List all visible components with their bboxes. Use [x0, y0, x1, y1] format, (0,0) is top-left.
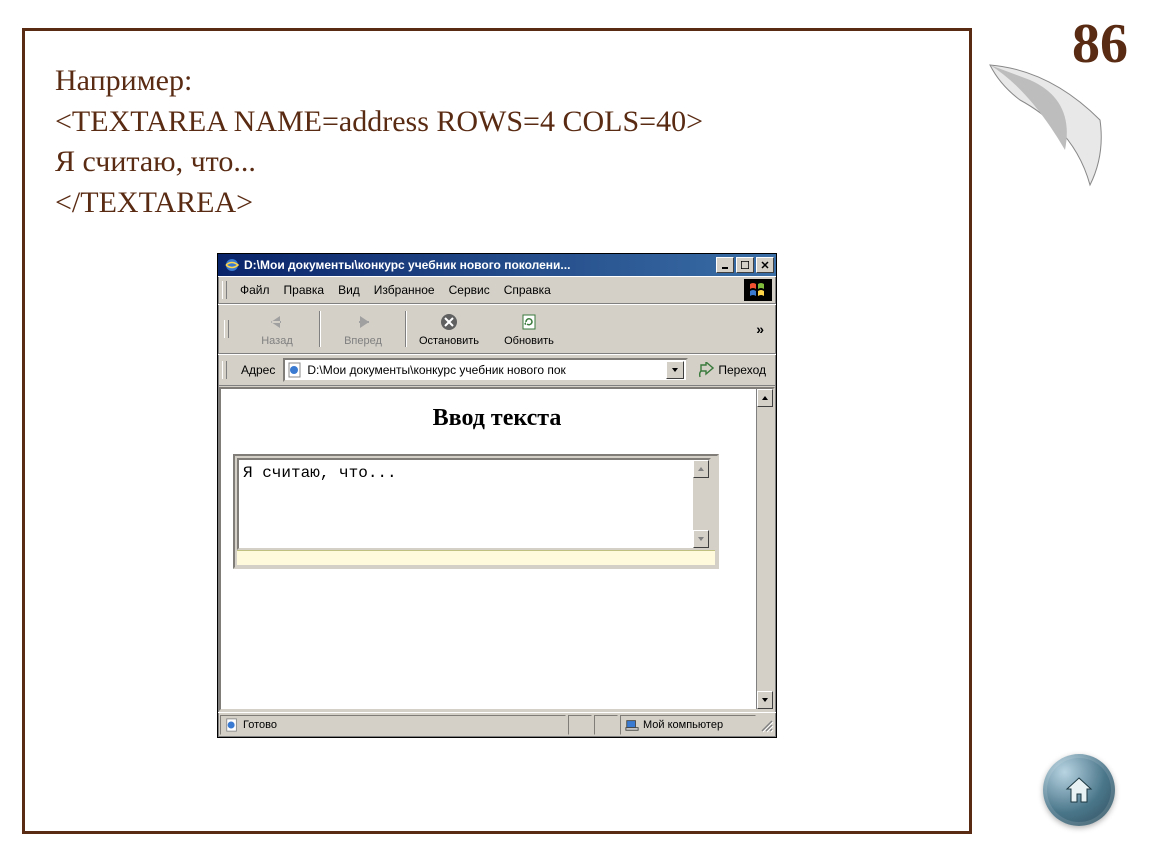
toolbar-grip[interactable] [222, 361, 227, 379]
browser-content: Ввод текста Я считаю, что... [219, 387, 775, 711]
go-icon [698, 362, 714, 378]
address-combo[interactable]: D:\Мои документы\конкурс учебник нового … [283, 358, 688, 382]
toolbar-overflow-button[interactable]: » [750, 321, 770, 337]
toolbar-grip[interactable] [224, 320, 229, 338]
windows-flag-icon [744, 279, 772, 301]
minimize-icon [721, 261, 729, 269]
address-dropdown-button[interactable] [666, 361, 684, 379]
menu-favorites[interactable]: Избранное [367, 281, 442, 299]
status-pane-empty [568, 715, 592, 735]
code-line-4: </TEXTAREA> [55, 183, 939, 224]
computer-icon [625, 718, 639, 732]
textarea-bottom-strip [237, 550, 715, 565]
status-ready: Готово [220, 715, 566, 735]
stop-icon [438, 311, 460, 333]
refresh-button[interactable]: Обновить [491, 309, 567, 349]
close-button[interactable] [756, 257, 774, 273]
ie-icon [224, 257, 240, 273]
maximize-button[interactable] [736, 257, 754, 273]
code-example: Например: <TEXTAREA NAME=address ROWS=4 … [55, 61, 939, 223]
back-button[interactable]: Назад [239, 309, 315, 349]
content-scrollbar[interactable] [756, 389, 773, 709]
chevron-down-icon [671, 366, 679, 374]
browser-menubar: Файл Правка Вид Избранное Сервис Справка [218, 276, 776, 304]
menu-help[interactable]: Справка [497, 281, 558, 299]
page-curl-decoration [980, 60, 1120, 190]
stop-button[interactable]: Остановить [411, 309, 487, 349]
status-zone: Мой компьютер [620, 715, 756, 735]
menu-file[interactable]: Файл [233, 281, 277, 299]
menu-tools[interactable]: Сервис [442, 281, 497, 299]
scroll-up-button[interactable] [757, 389, 773, 407]
home-button[interactable] [1043, 754, 1115, 826]
scroll-down-button[interactable] [757, 691, 773, 709]
maximize-icon [741, 261, 749, 269]
arrow-right-icon [352, 311, 374, 333]
code-line-1: Например: [55, 61, 939, 102]
scroll-down-button[interactable] [693, 530, 709, 548]
browser-titlebar[interactable]: D:\Мои документы\конкурс учебник нового … [218, 254, 776, 276]
chevron-down-icon [697, 535, 705, 543]
textarea-text: Я считаю, что... [239, 460, 693, 548]
forward-button[interactable]: Вперед [325, 309, 401, 349]
arrow-left-icon [266, 311, 288, 333]
textarea-scrollbar[interactable] [693, 460, 709, 548]
page-icon [287, 362, 303, 378]
resize-grip-icon [758, 717, 774, 733]
home-icon [1061, 772, 1097, 808]
chevron-up-icon [761, 394, 769, 402]
address-label: Адрес [237, 363, 279, 377]
menu-edit[interactable]: Правка [277, 281, 332, 299]
refresh-icon [518, 311, 540, 333]
slide-frame: Например: <TEXTAREA NAME=address ROWS=4 … [22, 28, 972, 834]
browser-window: D:\Мои документы\конкурс учебник нового … [217, 253, 777, 738]
code-line-2: <TEXTAREA NAME=address ROWS=4 COLS=40> [55, 102, 939, 143]
code-line-3: Я считаю, что... [55, 142, 939, 183]
textarea-field[interactable]: Я считаю, что... [237, 458, 711, 550]
menu-view[interactable]: Вид [331, 281, 367, 299]
page-heading: Ввод текста [233, 405, 761, 432]
toolbar-grip[interactable] [222, 281, 227, 299]
browser-toolbar: Назад Вперед Остановить [218, 304, 776, 354]
resize-grip[interactable] [758, 717, 774, 733]
browser-statusbar: Готово Мой компьютер [218, 712, 776, 737]
page-icon [225, 718, 239, 732]
browser-title: D:\Мои документы\конкурс учебник нового … [244, 258, 716, 272]
address-text: D:\Мои документы\конкурс учебник нового … [307, 363, 666, 377]
toolbar-separator [319, 311, 321, 347]
close-icon [761, 261, 769, 269]
chevron-down-icon [761, 696, 769, 704]
toolbar-separator [405, 311, 407, 347]
scroll-up-button[interactable] [693, 460, 709, 478]
browser-addressbar: Адрес D:\Мои документы\конкурс учебник н… [218, 354, 776, 386]
minimize-button[interactable] [716, 257, 734, 273]
go-button[interactable]: Переход [692, 360, 772, 380]
chevron-up-icon [697, 465, 705, 473]
status-pane-empty [594, 715, 618, 735]
